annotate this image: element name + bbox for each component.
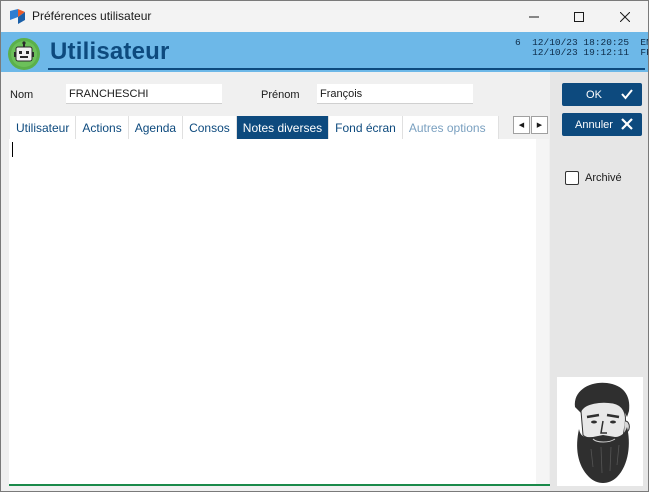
tab-fond-ecran[interactable]: Fond écran <box>329 116 403 139</box>
close-button[interactable] <box>603 1 647 32</box>
text-caret <box>12 142 13 157</box>
ok-button[interactable]: OK <box>562 83 642 106</box>
cancel-button[interactable]: Annuler <box>562 113 642 136</box>
window-title: Préférences utilisateur <box>32 9 152 23</box>
tab-bar: Utilisateur Actions Agenda Consos Notes … <box>10 116 499 139</box>
tab-consos[interactable]: Consos <box>183 116 237 139</box>
tab-actions[interactable]: Actions <box>76 116 129 139</box>
header-divider <box>48 68 645 70</box>
app-logo-icon <box>10 9 25 24</box>
tab-scroll-right-button[interactable]: ▶ <box>531 116 548 134</box>
record-info: 6 12/10/23 18:20:25 EM 12/10/23 19:12:11… <box>515 38 649 58</box>
record-info-line2: 12/10/23 19:12:11 FF <box>515 47 649 58</box>
prenom-label: Prénom <box>261 89 300 101</box>
robot-avatar-icon <box>8 38 40 70</box>
archive-label: Archivé <box>585 172 622 184</box>
tab-autres-options[interactable]: Autres options <box>402 116 499 139</box>
page-title: Utilisateur <box>50 38 170 65</box>
tab-notes-diverses[interactable]: Notes diverses <box>236 116 330 139</box>
archive-option[interactable]: Archivé <box>565 171 622 185</box>
maximize-button[interactable] <box>557 1 601 32</box>
nom-field[interactable] <box>66 84 222 104</box>
tab-agenda[interactable]: Agenda <box>128 116 184 139</box>
minimize-icon <box>529 16 539 17</box>
close-icon <box>620 11 630 22</box>
archive-checkbox[interactable] <box>565 171 579 185</box>
triangle-right-icon: ▶ <box>536 122 543 129</box>
tab-utilisateur[interactable]: Utilisateur <box>10 116 77 139</box>
prenom-field[interactable] <box>317 84 473 104</box>
x-icon <box>621 118 633 130</box>
title-bar: Préférences utilisateur <box>1 1 648 32</box>
minimize-button[interactable] <box>512 1 556 32</box>
notes-textarea[interactable] <box>9 139 536 484</box>
nom-label: Nom <box>10 89 34 101</box>
user-portrait-image <box>557 377 643 486</box>
preferences-window: Préférences utilisateur Utilisateur 6 12… <box>0 0 649 492</box>
triangle-left-icon: ◀ <box>518 122 525 129</box>
checkmark-icon <box>621 89 633 100</box>
tab-scroll-left-button[interactable]: ◀ <box>513 116 530 134</box>
notes-scrollbar[interactable] <box>536 139 549 484</box>
bottom-divider <box>9 484 550 486</box>
maximize-icon <box>574 11 584 22</box>
